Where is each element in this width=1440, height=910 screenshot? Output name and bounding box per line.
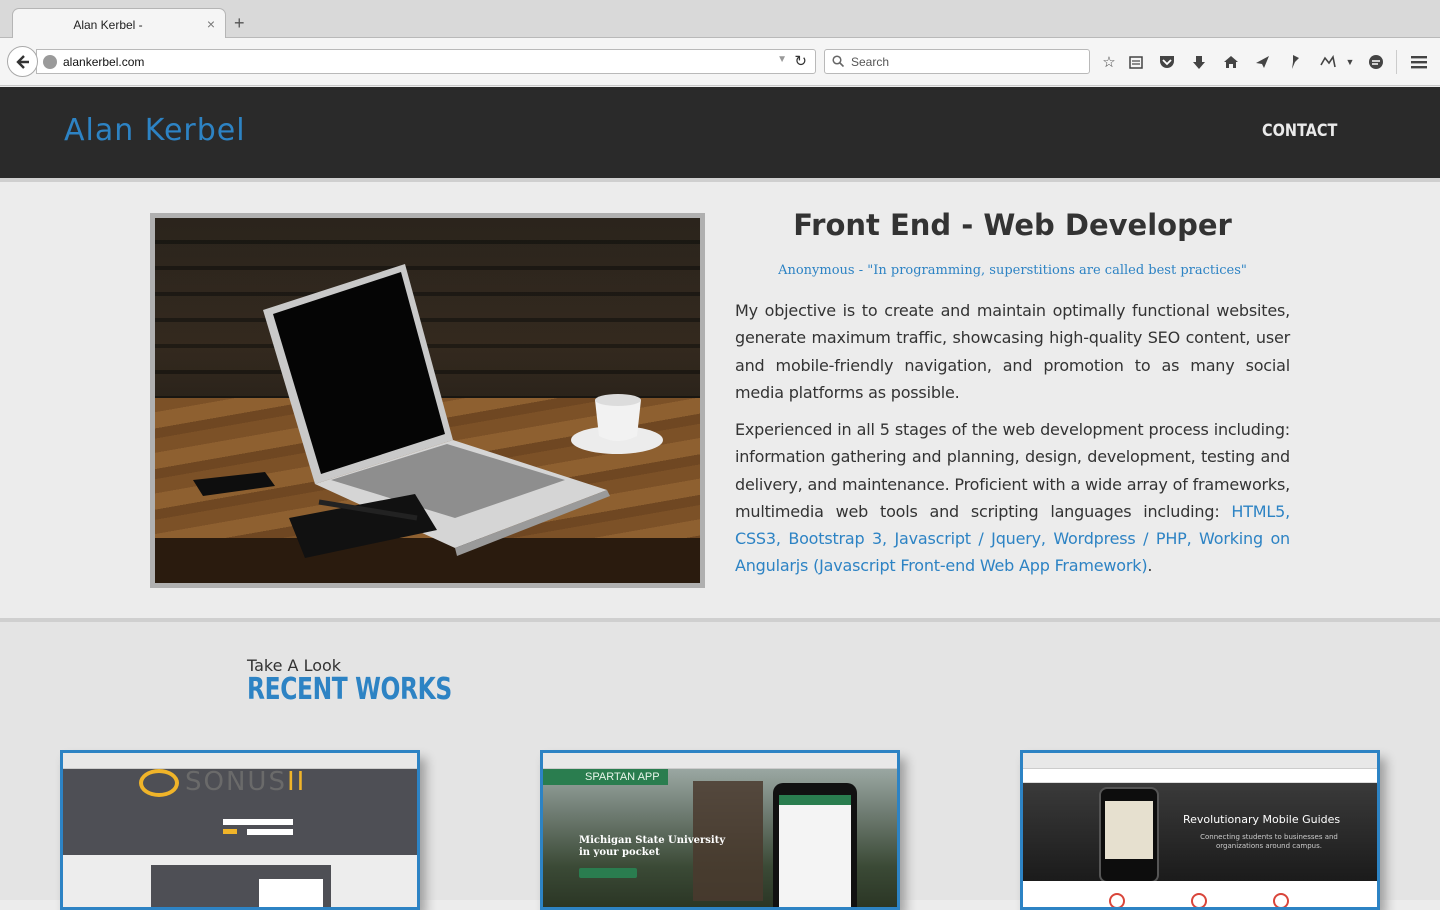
- search-input[interactable]: [851, 50, 1081, 73]
- experience-end: .: [1147, 556, 1153, 576]
- work-card-sonus[interactable]: SONUSII: [60, 750, 420, 910]
- extension-icon[interactable]: [1318, 52, 1338, 72]
- location-icon: [1109, 893, 1125, 907]
- hamburger-menu-icon[interactable]: [1409, 52, 1429, 72]
- toolbar-divider: [1396, 50, 1397, 74]
- work-card-guidesmob[interactable]: Revolutionary Mobile Guides Connecting s…: [1020, 750, 1380, 910]
- about-section: Front End - Web Developer Anonymous - "I…: [0, 182, 1440, 618]
- history-dropdown-icon[interactable]: ▼: [777, 54, 787, 65]
- objective-paragraph: My objective is to create and maintain o…: [735, 301, 1290, 402]
- laptop-on-table-photo: [155, 218, 700, 583]
- url-text[interactable]: alankerbel.com: [63, 55, 144, 69]
- search-icon: [832, 55, 844, 67]
- spartan-caption: Michigan State University in your pocket: [579, 835, 726, 858]
- mock-download-button: [579, 868, 637, 878]
- work-card-spartan-app[interactable]: SPARTAN APP Michigan State University in…: [540, 750, 900, 910]
- mock-password-field: [247, 829, 293, 835]
- home-icon[interactable]: [1221, 52, 1241, 72]
- back-button[interactable]: [7, 46, 38, 77]
- download-icon[interactable]: [1189, 52, 1209, 72]
- laptop-illustration: [193, 264, 663, 558]
- tab-close-icon[interactable]: ×: [207, 16, 215, 32]
- site-identity-icon[interactable]: [43, 55, 57, 69]
- megaphone-icon: [1273, 893, 1289, 907]
- nav-contact-link[interactable]: CONTACT: [1262, 121, 1337, 141]
- recent-works-section: Take A Look RECENT WORKS SONUSII SPARTAN…: [0, 622, 1440, 910]
- reload-icon[interactable]: ↻: [794, 52, 807, 70]
- browser-toolbar: alankerbel.com ▼ ↻ ☆ ▼: [0, 38, 1440, 86]
- search-bar[interactable]: [824, 49, 1090, 74]
- mini-browser-bar: [543, 753, 897, 769]
- pocket-icon[interactable]: [1157, 52, 1177, 72]
- address-bar[interactable]: alankerbel.com ▼ ↻: [36, 49, 816, 74]
- mock-login-button: [223, 829, 237, 834]
- site-header: Alan Kerbel CONTACT: [0, 87, 1440, 178]
- experience-text: Experienced in all 5 stages of the web d…: [735, 420, 1290, 521]
- hero-photo-frame: [150, 213, 705, 588]
- experience-paragraph: Experienced in all 5 stages of the web d…: [735, 416, 1290, 580]
- spartan-app-badge: SPARTAN APP: [543, 769, 668, 785]
- page-headline: Front End - Web Developer: [793, 208, 1232, 242]
- chat-icon[interactable]: [1366, 52, 1386, 72]
- code-icon: [1191, 893, 1207, 907]
- back-arrow-icon: [15, 54, 29, 69]
- send-icon[interactable]: [1252, 52, 1272, 72]
- browser-tab-strip: Alan Kerbel - × +: [0, 0, 1440, 39]
- mock-login-field: [223, 819, 293, 825]
- new-tab-button[interactable]: +: [234, 14, 245, 32]
- map-thumbnail: [1105, 801, 1153, 859]
- guides-hero-title: Revolutionary Mobile Guides: [1183, 813, 1341, 826]
- guides-hero-subtitle: Connecting students to businesses and or…: [1200, 833, 1338, 850]
- site-logo[interactable]: Alan Kerbel: [64, 113, 246, 148]
- reading-list-icon[interactable]: [1126, 52, 1146, 72]
- pin-icon[interactable]: [1285, 52, 1305, 72]
- works-title: RECENT WORKS: [247, 672, 452, 707]
- quote-text: Anonymous - "In programming, superstitio…: [778, 263, 1247, 278]
- tab-title: Alan Kerbel -: [73, 18, 143, 32]
- bookmark-star-icon[interactable]: ☆: [1099, 52, 1119, 72]
- extension-dropdown-icon[interactable]: ▼: [1340, 52, 1360, 72]
- mini-browser-bar: [1023, 753, 1377, 769]
- sonus-logo: SONUSII: [185, 767, 307, 797]
- browser-tab[interactable]: Alan Kerbel - ×: [12, 8, 226, 39]
